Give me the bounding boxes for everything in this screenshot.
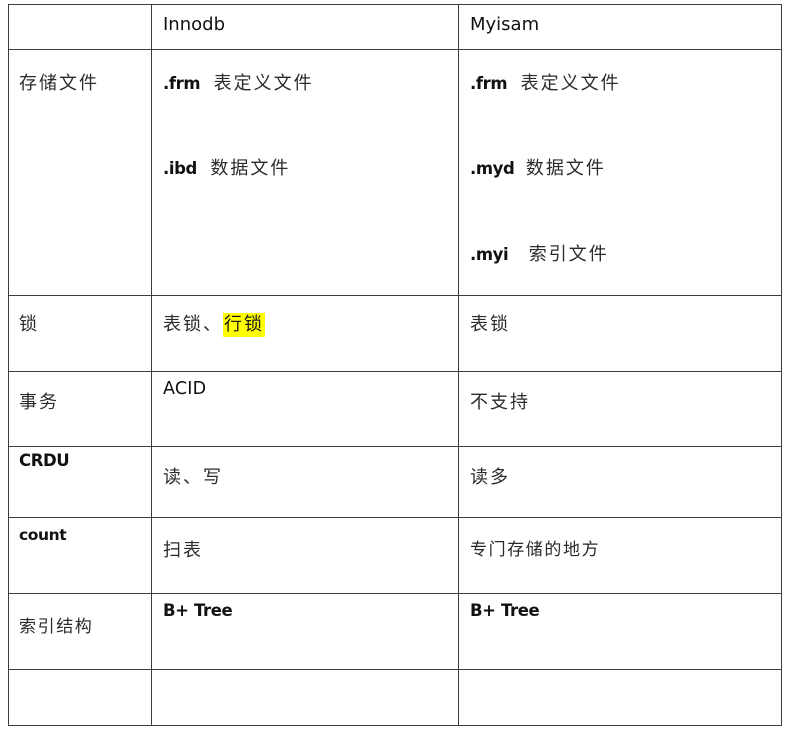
cell-myisam-transaction: 不支持: [458, 371, 782, 447]
cell-feature-index-structure: 索引结构: [8, 593, 152, 670]
myisam-file-ext-2: .myd: [470, 159, 515, 178]
myisam-file-line-1: .frm 表定义文件: [470, 75, 621, 93]
myisam-count-value: 专门存储的地方: [470, 540, 601, 560]
innodb-file-ext-1: .frm: [163, 74, 201, 93]
header-label-innodb: Innodb: [163, 14, 225, 35]
cell-feature-lock: 锁: [8, 295, 152, 372]
feature-label-lock: 锁: [19, 314, 39, 335]
innodb-crud-value: 读、写: [163, 467, 223, 488]
myisam-transaction-value: 不支持: [470, 392, 530, 413]
innodb-transaction-value: ACID: [163, 379, 207, 399]
table-header-row: Innodb Myisam: [8, 4, 782, 50]
header-cell-feature: [8, 4, 152, 50]
myisam-crud-value: 读多: [470, 467, 510, 488]
myisam-file-desc-2: 数据文件: [525, 158, 606, 179]
feature-label-transaction: 事务: [19, 392, 59, 413]
cell-myisam-count: 专门存储的地方: [458, 517, 782, 594]
myisam-file-desc-1: 表定义文件: [520, 73, 621, 94]
innodb-file-desc-2: 数据文件: [210, 158, 291, 179]
feature-label-storage-files: 存储文件: [19, 73, 99, 94]
cell-feature-transaction: 事务: [8, 371, 152, 447]
header-cell-myisam: Myisam: [458, 4, 782, 50]
table-row: 锁 表锁、行锁 表锁: [8, 295, 782, 372]
myisam-file-line-2: .myd 数据文件: [470, 160, 606, 178]
myisam-file-desc-3: 索引文件: [528, 244, 609, 265]
myisam-file-line-3: .myi 索引文件: [470, 246, 609, 264]
table-row: 存储文件 .frm 表定义文件 .ibd 数据文件 .frm 表定义文件 .my…: [8, 49, 782, 296]
cell-myisam-crud: 读多: [458, 446, 782, 518]
cell-feature-crud: CRDU: [8, 446, 152, 518]
innodb-myisam-comparison-table: Innodb Myisam 存储文件 .frm 表定义文件 .ibd 数据文件 …: [8, 4, 782, 726]
header-label-myisam: Myisam: [470, 14, 540, 35]
table-row: 事务 ACID 不支持: [8, 371, 782, 447]
feature-label-count: count: [19, 526, 67, 544]
myisam-file-ext-3: .myi: [470, 245, 509, 264]
comparison-table-page: Innodb Myisam 存储文件 .frm 表定义文件 .ibd 数据文件 …: [0, 0, 789, 733]
cell-feature-count: count: [8, 517, 152, 594]
cell-feature-empty: [8, 669, 152, 726]
table-row: count 扫表 专门存储的地方: [8, 517, 782, 594]
myisam-file-ext-1: .frm: [470, 74, 508, 93]
cell-myisam-storage-files: .frm 表定义文件 .myd 数据文件 .myi 索引文件: [458, 49, 782, 296]
cell-feature-storage-files: 存储文件: [8, 49, 152, 296]
cell-innodb-transaction: ACID: [151, 371, 459, 447]
cell-innodb-empty: [151, 669, 459, 726]
cell-myisam-index-structure: B+ Tree: [458, 593, 782, 670]
table-row: CRDU 读、写 读多: [8, 446, 782, 518]
feature-label-crud: CRDU: [19, 451, 70, 470]
table-row: [8, 669, 782, 726]
header-cell-innodb: Innodb: [151, 4, 459, 50]
innodb-file-line-1: .frm 表定义文件: [163, 75, 314, 93]
table-row: 索引结构 B+ Tree B+ Tree: [8, 593, 782, 670]
myisam-index-structure-value: B+ Tree: [470, 601, 540, 620]
cell-innodb-index-structure: B+ Tree: [151, 593, 459, 670]
innodb-index-structure-value: B+ Tree: [163, 601, 233, 620]
cell-innodb-crud: 读、写: [151, 446, 459, 518]
innodb-file-desc-1: 表定义文件: [213, 73, 314, 94]
myisam-lock-value: 表锁: [470, 314, 510, 335]
innodb-file-line-2: .ibd 数据文件: [163, 160, 290, 178]
cell-innodb-lock: 表锁、行锁: [151, 295, 459, 372]
innodb-lock-table-lock: 表锁、: [163, 314, 223, 335]
cell-myisam-lock: 表锁: [458, 295, 782, 372]
innodb-count-value: 扫表: [163, 540, 203, 561]
innodb-lock-value: 表锁、行锁: [163, 313, 265, 337]
feature-label-index-structure: 索引结构: [19, 617, 94, 637]
innodb-file-ext-2: .ibd: [163, 159, 197, 178]
innodb-lock-row-lock-highlight: 行锁: [223, 313, 265, 337]
cell-innodb-storage-files: .frm 表定义文件 .ibd 数据文件: [151, 49, 459, 296]
cell-innodb-count: 扫表: [151, 517, 459, 594]
cell-myisam-empty: [458, 669, 782, 726]
